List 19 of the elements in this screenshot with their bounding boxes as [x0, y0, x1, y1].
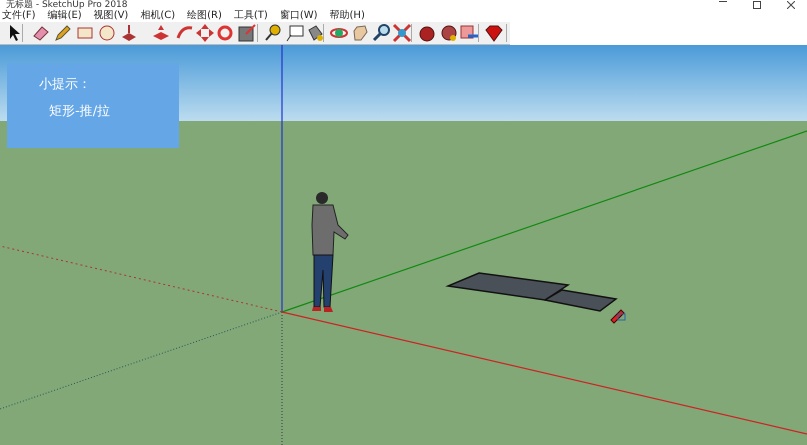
zoom-extents-icon[interactable]: [391, 22, 413, 44]
scale-icon[interactable]: [236, 22, 258, 44]
menu-item[interactable]: 视图(V): [94, 10, 128, 22]
menu-item[interactable]: 窗口(W): [280, 10, 318, 22]
minimize-icon[interactable]: [719, 1, 727, 3]
menu-item[interactable]: 工具(T): [234, 10, 268, 22]
close-icon[interactable]: [787, 1, 795, 9]
menu-item[interactable]: 帮助(H): [330, 10, 365, 22]
menu-item[interactable]: 相机(C): [140, 10, 176, 22]
menu-item[interactable]: 文件(F): [2, 10, 36, 22]
menu-item[interactable]: 编辑(E): [48, 10, 82, 22]
maximize-icon[interactable]: [753, 1, 761, 9]
menu-item[interactable]: 绘图(R): [187, 10, 222, 22]
search-icon[interactable]: [371, 22, 393, 44]
move-icon[interactable]: [194, 22, 216, 44]
hint-title: 小提示：: [39, 76, 92, 93]
pencil-cursor-icon: [610, 309, 626, 324]
window-title: 无标题 - SketchUp Pro 2018: [6, 0, 128, 10]
hint-text: 矩形-推/拉: [49, 103, 112, 120]
